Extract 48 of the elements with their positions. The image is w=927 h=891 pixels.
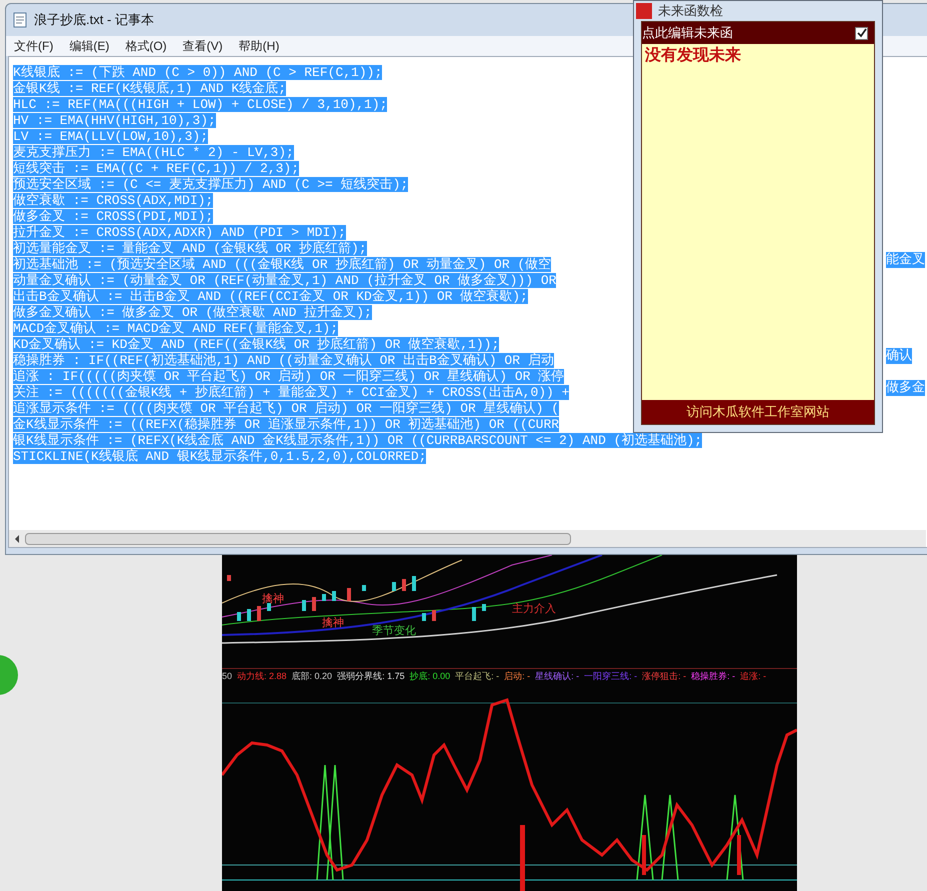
candlestick: [422, 613, 426, 621]
indicator-value: 启动: -: [504, 670, 530, 682]
candlestick: [257, 606, 261, 621]
menu-item[interactable]: 查看(V): [176, 37, 229, 55]
indicator-value: 强弱分界线: 1.75: [337, 670, 405, 682]
candlestick: [482, 604, 486, 611]
status-message: 没有发现未来: [645, 47, 741, 64]
menu-item[interactable]: 帮助(H): [232, 37, 286, 55]
indicator-value: 一阳穿三线: -: [584, 670, 638, 682]
candlestick: [237, 612, 241, 621]
window-title: 未来函数检: [658, 2, 723, 20]
candlestick: [312, 597, 316, 611]
chart-label: 擒神: [262, 593, 284, 606]
candlestick: [402, 579, 406, 591]
notepad-icon: [12, 12, 28, 28]
scrollbar-thumb[interactable]: [25, 532, 571, 544]
candlestick: [347, 588, 351, 601]
app-icon: [636, 3, 652, 19]
indicator-value: 涨停狙击: -: [642, 670, 686, 682]
candlestick: [412, 576, 416, 591]
check-icon: [856, 28, 866, 38]
candlestick: [227, 575, 231, 581]
candlestick: [247, 609, 251, 621]
scroll-left-icon[interactable]: [13, 534, 21, 542]
candlestick: [267, 603, 271, 611]
candlestick: [432, 610, 436, 621]
menu-item[interactable]: 格式(O): [119, 37, 173, 55]
candlestick: [302, 600, 306, 611]
menu-item[interactable]: 编辑(E): [63, 37, 116, 55]
indicator-value: 星线确认: -: [535, 670, 580, 682]
indicator-value: 抄底: 0.00: [410, 670, 450, 682]
indicator-value: 50: [222, 670, 232, 682]
indicator-value: 动力线: 2.88: [237, 670, 287, 682]
horizontal-scrollbar[interactable]: [9, 530, 926, 547]
candlestick: [362, 585, 366, 591]
chart-label: 主力介入: [512, 603, 556, 616]
candlestick: [392, 582, 396, 591]
candlestick: [472, 607, 476, 621]
indicator-value: 追涨: -: [740, 670, 766, 682]
indicator-value: 平台起飞: -: [455, 670, 500, 682]
menu-item[interactable]: 文件(F): [8, 37, 60, 55]
window-title: 浪子抄底.txt - 记事本: [34, 11, 154, 30]
indicator-value: 底部: 0.20: [292, 670, 332, 682]
chart-label: 季节变化: [372, 625, 416, 638]
footer-link[interactable]: 访问木瓜软件工作室网站: [642, 400, 874, 424]
chart-label: 擒神: [322, 617, 344, 630]
indicator-value: 稳操胜券: -: [691, 670, 736, 682]
always-on-top-checkbox[interactable]: [855, 26, 868, 40]
